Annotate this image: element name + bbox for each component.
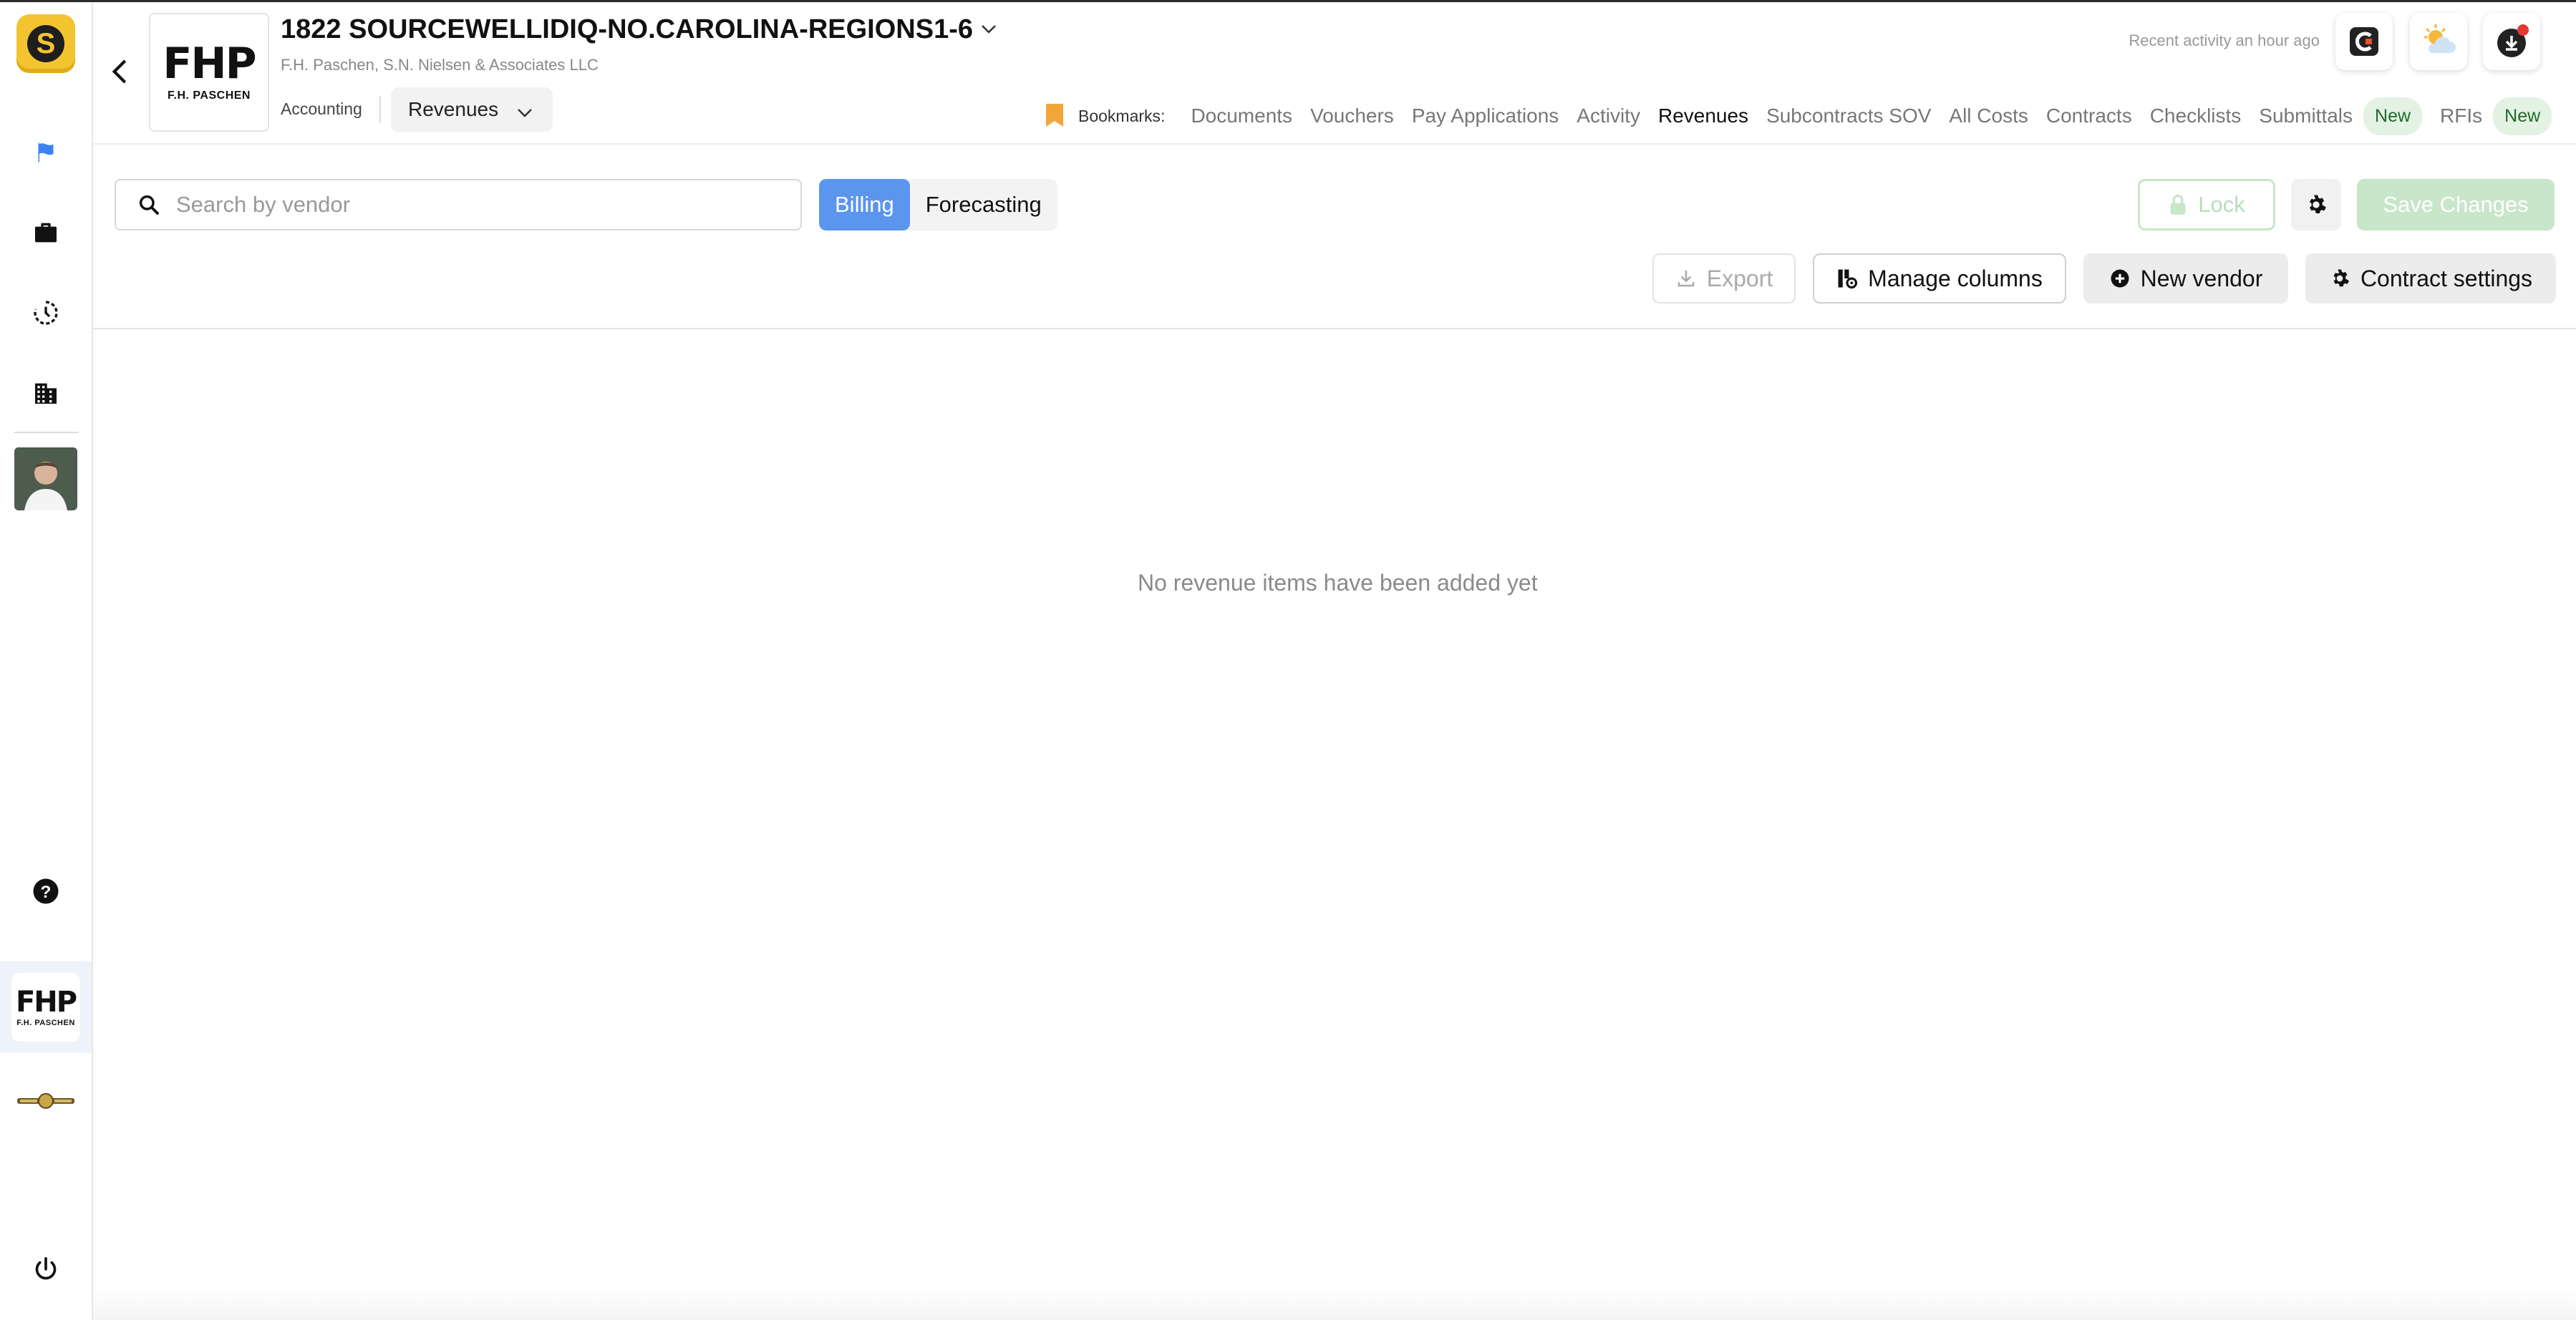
tab-forecasting[interactable]: Forecasting xyxy=(910,179,1057,230)
view-toggle: Billing Forecasting xyxy=(819,179,1057,230)
download-button[interactable] xyxy=(2483,13,2540,70)
company-switch-secondary[interactable] xyxy=(14,1083,77,1119)
download-icon xyxy=(2497,24,2529,57)
module-dropdown-value: Revenues xyxy=(408,98,499,120)
export-label: Export xyxy=(1706,265,1773,291)
settings-button[interactable] xyxy=(2291,179,2341,230)
tab-billing[interactable]: Billing xyxy=(819,179,910,230)
export-button[interactable]: Export xyxy=(1652,253,1796,304)
bottom-shadow xyxy=(93,1289,2576,1320)
nav-revenues[interactable]: Revenues xyxy=(1658,105,1748,127)
nav-checklists[interactable]: Checklists xyxy=(2150,105,2242,127)
nav-documents[interactable]: Documents xyxy=(1191,105,1292,127)
module-dropdown[interactable]: Revenues xyxy=(391,87,553,132)
window-top-border xyxy=(0,0,2576,2)
building-icon[interactable] xyxy=(29,376,63,410)
new-badge: New xyxy=(2493,97,2552,135)
search-icon xyxy=(135,190,163,219)
contract-settings-button[interactable]: Contract settings xyxy=(2305,253,2556,304)
recent-activity-text: Recent activity an hour ago xyxy=(2129,31,2320,49)
chevron-left-icon xyxy=(112,59,127,84)
company-emblem-icon xyxy=(17,1093,74,1109)
toolbar-divider xyxy=(93,328,2576,329)
sidebar: S ? FHP F.H. PASCHEN xyxy=(0,2,93,1320)
new-vendor-label: New vendor xyxy=(2140,265,2263,291)
breadcrumb-divider xyxy=(379,96,381,123)
manage-columns-label: Manage columns xyxy=(1868,265,2043,291)
app-logo[interactable]: S xyxy=(16,14,75,73)
project-switch-dropdown[interactable] xyxy=(978,19,999,40)
nav-activity[interactable]: Activity xyxy=(1577,105,1640,127)
briefcase-icon[interactable] xyxy=(29,215,63,250)
app-logo-letter: S xyxy=(27,25,64,62)
nav-rfis[interactable]: RFIs xyxy=(2440,105,2482,127)
new-badge: New xyxy=(2363,97,2423,135)
nav-vouchers[interactable]: Vouchers xyxy=(1310,105,1394,127)
module-nav: Bookmarks: Documents Vouchers Pay Applic… xyxy=(1078,96,2552,136)
header-divider xyxy=(93,143,2576,145)
manage-columns-button[interactable]: Manage columns xyxy=(1813,253,2066,304)
columns-settings-icon xyxy=(1836,268,1858,289)
weather-button[interactable] xyxy=(2410,13,2467,70)
nav-all-costs[interactable]: All Costs xyxy=(1949,105,2028,127)
search-input[interactable] xyxy=(176,192,763,218)
weather-partly-cloudy-icon xyxy=(2424,24,2456,53)
bookmark-icon xyxy=(1046,104,1063,127)
download-icon xyxy=(1675,268,1697,289)
new-vendor-button[interactable]: New vendor xyxy=(2083,253,2288,304)
save-changes-button[interactable]: Save Changes xyxy=(2357,179,2555,230)
project-logo: FHP F.H. PASCHEN xyxy=(149,13,269,132)
nav-contracts[interactable]: Contracts xyxy=(2046,105,2132,127)
power-icon[interactable] xyxy=(29,1252,63,1286)
back-button[interactable] xyxy=(104,52,137,92)
user-avatar[interactable] xyxy=(14,447,77,510)
vendor-search[interactable] xyxy=(115,179,802,230)
gear-icon xyxy=(2309,195,2326,213)
gear-icon xyxy=(2329,268,2350,289)
flag-icon[interactable] xyxy=(29,135,63,170)
lock-button[interactable]: Lock xyxy=(2138,179,2275,230)
history-icon[interactable] xyxy=(29,296,63,330)
plus-circle-icon xyxy=(2109,268,2131,289)
lock-icon xyxy=(2168,193,2188,216)
company-switch-fhp[interactable]: FHP F.H. PASCHEN xyxy=(0,961,92,1053)
nav-submittals[interactable]: Submittals xyxy=(2259,105,2353,127)
help-icon[interactable]: ? xyxy=(29,874,63,908)
chevron-down-icon xyxy=(982,25,996,34)
nav-pay-applications[interactable]: Pay Applications xyxy=(1412,105,1559,127)
nav-subcontracts-sov[interactable]: Subcontracts SOV xyxy=(1766,105,1931,127)
lock-label: Lock xyxy=(2198,192,2245,217)
bookmarks-label: Bookmarks: xyxy=(1078,106,1166,125)
empty-state-message: No revenue items have been added yet xyxy=(1138,570,1538,596)
sidebar-divider xyxy=(14,432,79,433)
project-title: 1822 SOURCEWELLIDIQ-NO.CAROLINA-REGIONS1… xyxy=(281,14,973,44)
project-subtitle: F.H. Paschen, S.N. Nielsen & Associates … xyxy=(281,56,599,74)
contract-settings-label: Contract settings xyxy=(2360,265,2533,291)
integration-c-button[interactable] xyxy=(2335,13,2393,70)
integration-c-icon xyxy=(2350,27,2378,56)
chevron-down-icon xyxy=(517,100,533,123)
company-logo-fhp: FHP F.H. PASCHEN xyxy=(11,973,80,1042)
breadcrumb-section[interactable]: Accounting xyxy=(281,100,362,119)
svg-text:?: ? xyxy=(41,883,52,902)
